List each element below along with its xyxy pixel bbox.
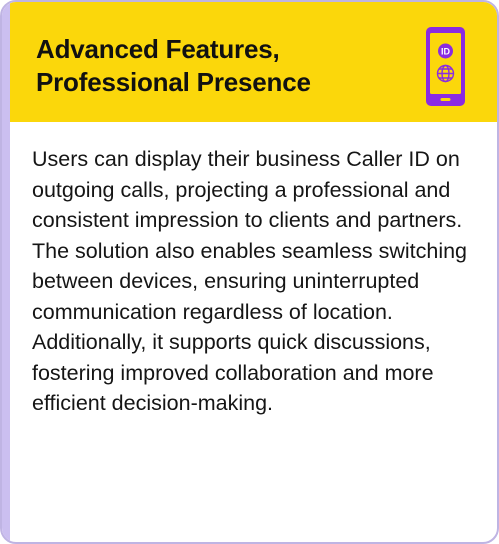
caller-id-badge: ID [441, 47, 451, 57]
card-left-accent [2, 2, 10, 542]
card-title-line-2: Professional Presence [36, 67, 311, 97]
phone-caller-id-icon: ID [426, 27, 465, 106]
card-header: Advanced Features, Professional Presence… [10, 2, 497, 122]
feature-card: Advanced Features, Professional Presence… [0, 0, 499, 544]
card-description: Users can display their business Caller … [32, 147, 468, 415]
card-title: Advanced Features, Professional Presence [36, 33, 376, 99]
card-title-line-1: Advanced Features, [36, 34, 280, 64]
